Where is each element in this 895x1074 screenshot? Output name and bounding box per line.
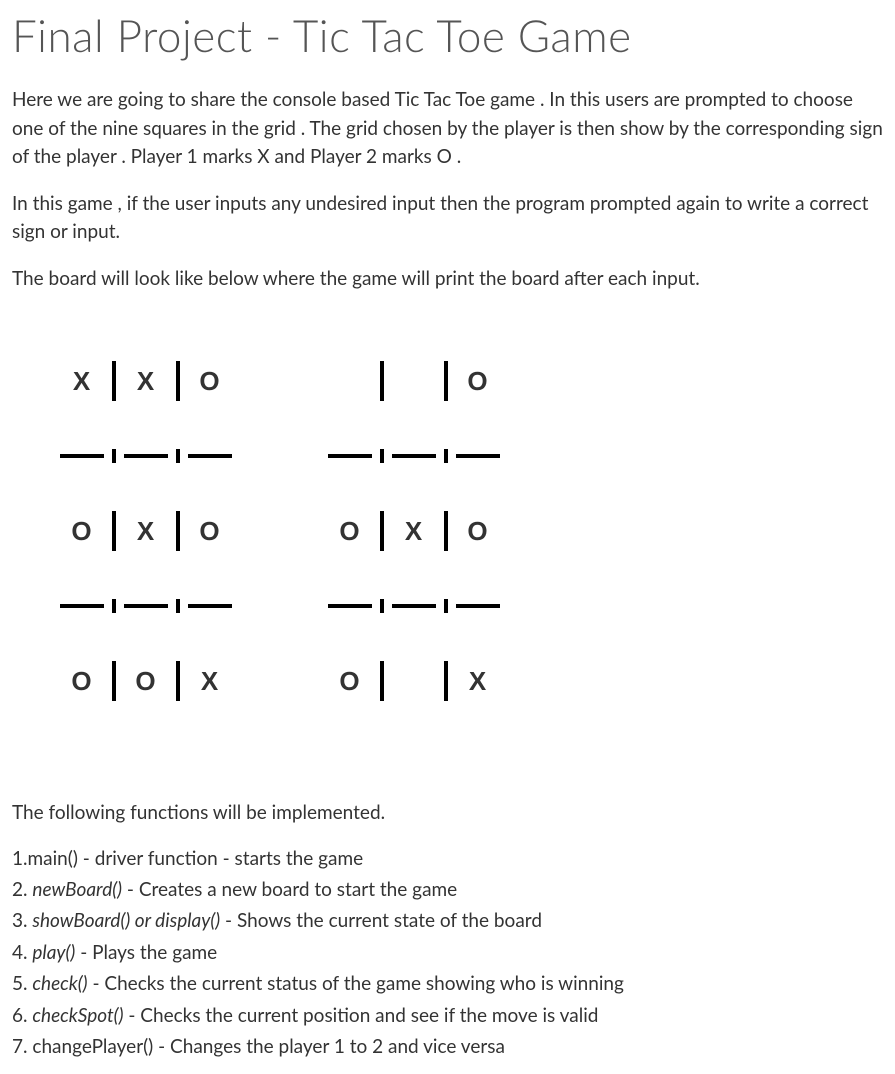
functions-list: 1.main() - driver function - starts the … bbox=[12, 844, 883, 1062]
intro-paragraph-1: Here we are going to share the console b… bbox=[12, 86, 883, 172]
fn-name: check() bbox=[32, 972, 87, 995]
fn-name: main() bbox=[28, 847, 78, 870]
board2-cell-1-1: X bbox=[384, 511, 444, 551]
board1-cell-1-0: O bbox=[52, 511, 112, 551]
fn-desc: - Changes the player 1 to 2 and vice ver… bbox=[153, 1035, 505, 1058]
fn-name: play() bbox=[32, 941, 75, 964]
board2-cell-0-1 bbox=[384, 361, 444, 401]
fn-name: changePlayer() bbox=[32, 1035, 153, 1058]
board-divider bbox=[52, 599, 240, 613]
fn-name: showBoard() or display() bbox=[32, 909, 220, 932]
fn-name: newBoard() bbox=[32, 878, 122, 901]
boards-container: X X O O X O O bbox=[52, 313, 883, 749]
board1-cell-0-2: O bbox=[180, 361, 240, 401]
fn-desc: - driver function - starts the game bbox=[78, 847, 363, 870]
fn-number: 6. bbox=[12, 1004, 32, 1027]
fn-desc: - Plays the game bbox=[75, 941, 217, 964]
board2-cell-0-2: O bbox=[448, 361, 508, 401]
fn-desc: - Checks the current position and see if… bbox=[124, 1004, 599, 1027]
page-title: Final Project - Tic Tac Toe Game bbox=[12, 10, 883, 62]
board2-cell-1-0: O bbox=[320, 511, 380, 551]
board-1: X X O O X O O bbox=[52, 313, 240, 749]
function-item-6: 6. checkSpot() - Checks the current posi… bbox=[12, 1001, 883, 1030]
fn-number: 5. bbox=[12, 972, 32, 995]
board2-cell-0-0 bbox=[320, 361, 380, 401]
board2-cell-2-1 bbox=[384, 661, 444, 701]
fn-number: 2. bbox=[12, 878, 32, 901]
board1-cell-2-2: X bbox=[180, 661, 240, 701]
board1-cell-0-0: X bbox=[52, 361, 112, 401]
board1-cell-1-1: X bbox=[116, 511, 176, 551]
fn-number: 1. bbox=[12, 847, 28, 870]
board2-cell-2-2: X bbox=[448, 661, 508, 701]
function-item-1: 1.main() - driver function - starts the … bbox=[12, 844, 883, 873]
function-item-4: 4. play() - Plays the game bbox=[12, 938, 883, 967]
fn-number: 4. bbox=[12, 941, 32, 964]
board-2: O O X O O X bbox=[320, 313, 508, 749]
intro-paragraph-3: The board will look like below where the… bbox=[12, 265, 883, 294]
board2-cell-2-0: O bbox=[320, 661, 380, 701]
fn-desc: - Shows the current state of the board bbox=[220, 909, 542, 932]
fn-number: 3. bbox=[12, 909, 32, 932]
board1-cell-1-2: O bbox=[180, 511, 240, 551]
board-divider bbox=[52, 449, 240, 463]
board-divider bbox=[320, 449, 508, 463]
function-item-7: 7. changePlayer() - Changes the player 1… bbox=[12, 1032, 883, 1061]
fn-desc: - Creates a new board to start the game bbox=[122, 878, 457, 901]
fn-name: checkSpot() bbox=[32, 1004, 123, 1027]
function-item-2: 2. newBoard() - Creates a new board to s… bbox=[12, 875, 883, 904]
function-item-3: 3. showBoard() or display() - Shows the … bbox=[12, 906, 883, 935]
board-divider bbox=[320, 599, 508, 613]
fn-number: 7. bbox=[12, 1035, 32, 1058]
board1-cell-2-1: O bbox=[116, 661, 176, 701]
fn-desc: - Checks the current status of the game … bbox=[88, 972, 624, 995]
function-item-5: 5. check() - Checks the current status o… bbox=[12, 969, 883, 998]
board2-cell-1-2: O bbox=[448, 511, 508, 551]
board1-cell-0-1: X bbox=[116, 361, 176, 401]
intro-paragraph-2: In this game , if the user inputs any un… bbox=[12, 190, 883, 247]
functions-intro: The following functions will be implemen… bbox=[12, 799, 883, 828]
board1-cell-2-0: O bbox=[52, 661, 112, 701]
